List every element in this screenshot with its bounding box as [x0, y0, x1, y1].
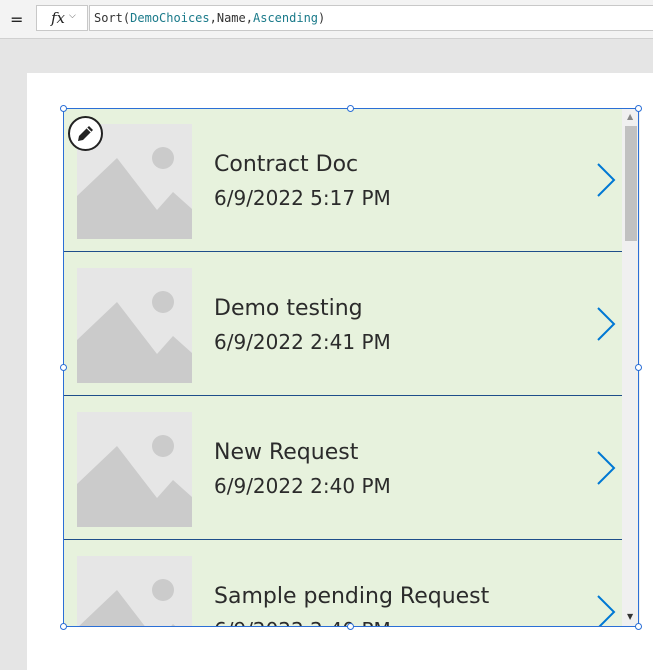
item-title: Demo testing	[214, 296, 363, 321]
formula-function: Sort	[94, 11, 123, 25]
resize-handle-right[interactable]	[635, 364, 642, 371]
chevron-right-icon[interactable]	[596, 450, 616, 490]
gallery-item[interactable]: Demo testing 6/9/2022 2:41 PM	[63, 252, 622, 396]
formula-comma: ,	[209, 11, 217, 25]
resize-handle-left[interactable]	[60, 364, 67, 371]
gallery[interactable]: Contract Doc 6/9/2022 5:17 PM Demo testi…	[63, 108, 640, 627]
item-title: Sample pending Request	[214, 584, 490, 609]
gallery-item[interactable]: New Request 6/9/2022 2:40 PM	[63, 396, 622, 540]
scroll-up-arrow-icon[interactable]: ▲	[627, 112, 633, 121]
image-placeholder-icon	[77, 412, 192, 527]
chevron-right-icon[interactable]	[596, 594, 616, 627]
item-subtitle: 6/9/2022 2:40 PM	[214, 618, 391, 627]
item-title: Contract Doc	[214, 152, 359, 177]
chevron-right-icon[interactable]	[596, 162, 616, 202]
image-placeholder-icon	[77, 556, 192, 627]
scroll-down-arrow-icon[interactable]: ▼	[627, 612, 633, 621]
formula-input[interactable]: Sort(DemoChoices,Name,Ascending)	[89, 5, 653, 31]
pencil-icon	[78, 126, 93, 141]
resize-handle-bottom-right[interactable]	[635, 623, 642, 630]
formula-arg-source: DemoChoices	[130, 11, 210, 25]
resize-handle-bottom-left[interactable]	[60, 623, 67, 630]
gallery-item[interactable]: Sample pending Request 6/9/2022 2:40 PM	[63, 540, 622, 627]
gallery-item[interactable]: Contract Doc 6/9/2022 5:17 PM	[63, 108, 622, 252]
formula-arg-order: Ascending	[253, 11, 319, 25]
image-placeholder-icon	[77, 268, 192, 383]
scrollbar-thumb[interactable]	[625, 126, 637, 241]
chevron-down-icon: ⌵	[69, 11, 76, 21]
resize-handle-bottom[interactable]	[347, 623, 354, 630]
fx-icon: fx	[51, 9, 66, 27]
resize-handle-top-right[interactable]	[635, 105, 642, 112]
item-title: New Request	[214, 440, 359, 465]
formula-comma: ,	[245, 11, 253, 25]
function-picker-button[interactable]: fx ⌵	[36, 5, 88, 31]
chevron-right-icon[interactable]	[596, 306, 616, 346]
formula-bar: = fx ⌵ Sort(DemoChoices,Name,Ascending)	[0, 0, 653, 39]
equals-sign: =	[10, 10, 24, 29]
formula-arg-column: Name	[216, 11, 246, 25]
resize-handle-top-left[interactable]	[60, 105, 67, 112]
resize-handle-top[interactable]	[347, 105, 354, 112]
item-subtitle: 6/9/2022 2:41 PM	[214, 330, 391, 354]
item-subtitle: 6/9/2022 2:40 PM	[214, 474, 391, 498]
formula-paren-close: )	[318, 11, 326, 25]
item-subtitle: 6/9/2022 5:17 PM	[214, 186, 391, 210]
edit-gallery-button[interactable]	[68, 116, 103, 151]
